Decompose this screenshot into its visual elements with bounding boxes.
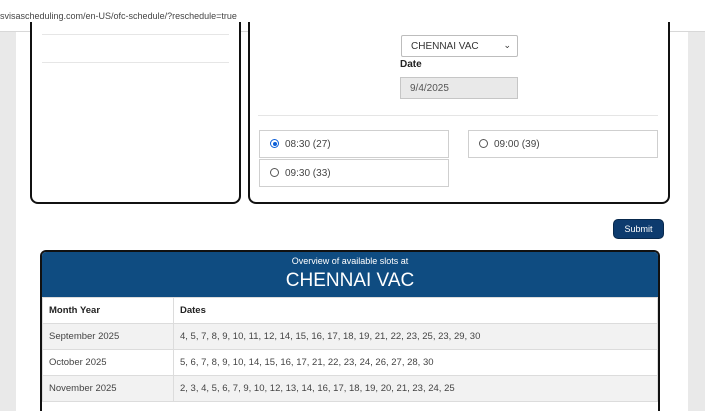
dates-cell: 5, 6, 7, 8, 9, 10, 14, 15, 16, 17, 21, 2… bbox=[173, 349, 658, 376]
month-cell: October 2025 bbox=[42, 349, 174, 376]
chevron-down-icon: ⌄ bbox=[503, 40, 511, 50]
divider bbox=[42, 62, 229, 63]
time-slot-option[interactable]: 09:30 (33) bbox=[259, 159, 449, 187]
dates-cell: 2, 3, 4, 5, 6, 7, 9, 10, 12, 13, 14, 16,… bbox=[173, 375, 658, 402]
divider bbox=[42, 34, 229, 35]
time-slot-label: 08:30 (27) bbox=[285, 139, 331, 150]
radio-icon[interactable] bbox=[270, 168, 279, 177]
month-cell: September 2025 bbox=[42, 323, 174, 350]
date-field-value: 9/4/2025 bbox=[410, 83, 449, 94]
location-select[interactable]: CHENNAI VAC ⌄ bbox=[401, 35, 518, 57]
time-slot-label: 09:30 (33) bbox=[285, 168, 331, 179]
radio-icon[interactable] bbox=[479, 139, 488, 148]
slots-table: Month Year Dates September 2025 4, 5, 7,… bbox=[42, 297, 658, 402]
available-slots-overview: Overview of available slots at CHENNAI V… bbox=[40, 250, 660, 411]
submit-button[interactable]: Submit bbox=[613, 219, 664, 239]
date-field[interactable]: 9/4/2025 bbox=[400, 77, 518, 99]
table-header-row: Month Year Dates bbox=[42, 297, 658, 324]
overview-subtitle: Overview of available slots at bbox=[291, 256, 409, 266]
column-header-month: Month Year bbox=[42, 297, 174, 324]
dates-cell: 4, 5, 7, 8, 9, 10, 11, 12, 14, 15, 16, 1… bbox=[173, 323, 658, 350]
overview-header: Overview of available slots at CHENNAI V… bbox=[42, 252, 658, 297]
divider bbox=[258, 115, 658, 116]
time-slot-label: 09:00 (39) bbox=[494, 139, 540, 150]
url-text[interactable]: svisascheduling.com/en-US/ofc-schedule/?… bbox=[0, 11, 237, 21]
table-row: October 2025 5, 6, 7, 8, 9, 10, 14, 15, … bbox=[42, 349, 658, 376]
month-cell: November 2025 bbox=[42, 375, 174, 402]
table-row: September 2025 4, 5, 7, 8, 9, 10, 11, 12… bbox=[42, 323, 658, 350]
time-slot-option[interactable]: 08:30 (27) bbox=[259, 130, 449, 158]
location-select-value: CHENNAI VAC bbox=[411, 41, 479, 52]
column-header-dates: Dates bbox=[173, 297, 658, 324]
date-label: Date bbox=[400, 59, 422, 70]
overview-title: CHENNAI VAC bbox=[285, 270, 415, 291]
radio-selected-icon[interactable] bbox=[270, 139, 279, 148]
time-slot-option[interactable]: 09:00 (39) bbox=[468, 130, 658, 158]
table-row: November 2025 2, 3, 4, 5, 6, 7, 9, 10, 1… bbox=[42, 375, 658, 402]
left-info-card bbox=[30, 22, 241, 204]
